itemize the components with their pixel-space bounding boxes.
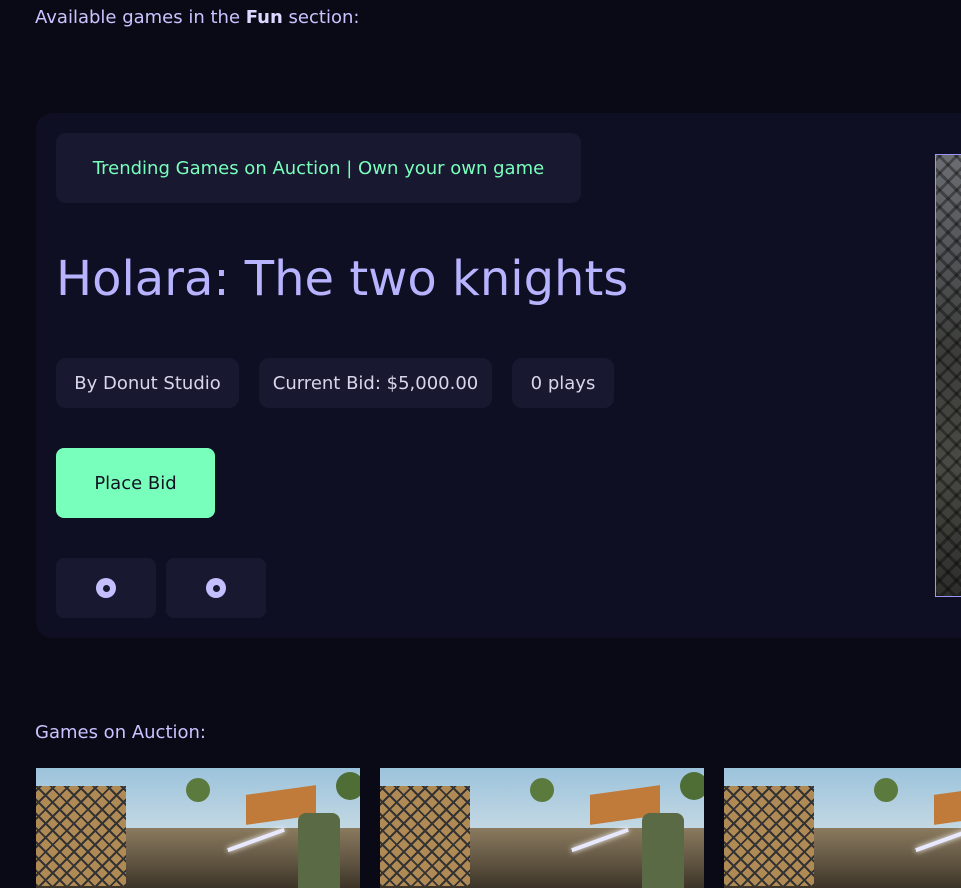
section-intro: Available games in the Fun section:	[35, 7, 359, 28]
game-thumbnail[interactable]	[36, 768, 360, 888]
game-thumbnail[interactable]	[724, 768, 961, 888]
carousel-dot-1[interactable]	[56, 558, 156, 618]
plays-badge: 0 plays	[512, 358, 614, 408]
featured-game-card: Trending Games on Auction | Own your own…	[36, 113, 961, 638]
radio-dot-icon	[206, 578, 226, 598]
section-name: Fun	[245, 7, 283, 28]
trending-tagline: Trending Games on Auction | Own your own…	[56, 133, 581, 203]
intro-prefix: Available games in the	[35, 7, 241, 28]
studio-badge: By Donut Studio	[56, 358, 239, 408]
place-bid-button[interactable]: Place Bid	[56, 448, 215, 518]
intro-suffix: section:	[288, 7, 360, 28]
game-title: Holara: The two knights	[56, 251, 629, 307]
current-bid-badge: Current Bid: $5,000.00	[259, 358, 492, 408]
featured-game-image[interactable]	[935, 154, 961, 597]
game-thumbnail[interactable]	[380, 768, 704, 888]
carousel-dot-2[interactable]	[166, 558, 266, 618]
auction-section-label: Games on Auction:	[35, 722, 206, 743]
radio-dot-icon	[96, 578, 116, 598]
